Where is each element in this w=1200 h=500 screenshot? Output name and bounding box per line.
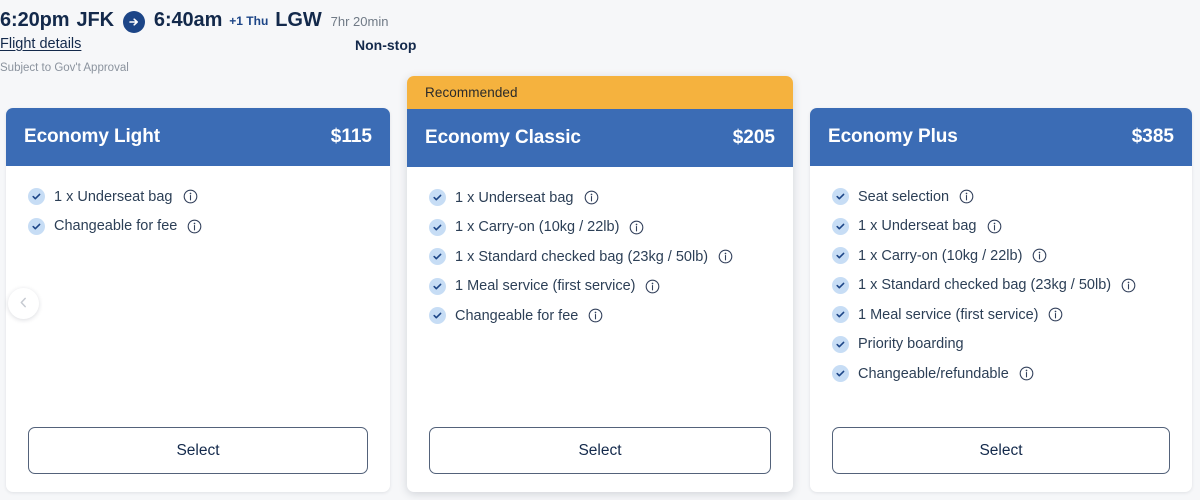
check-circle-icon (832, 247, 849, 264)
check-circle-icon (832, 335, 849, 353)
check-circle-icon (832, 188, 849, 205)
fare-feature-label: 1 Meal service (first service) (455, 278, 636, 294)
fare-feature-label: 1 Meal service (first service) (858, 306, 1039, 323)
select-button[interactable]: Select (832, 427, 1170, 474)
check-circle-icon (429, 277, 446, 295)
fare-feature-item: 1 x Underseat bag (28, 188, 374, 205)
info-circle-icon[interactable] (1019, 366, 1034, 381)
day-offset-label: +1 Thu (229, 14, 269, 28)
fare-card-economy-plus[interactable]: Economy Plus $385 Seat selection 1 x Und… (810, 108, 1192, 492)
fare-feature-label: 1 x Underseat bag (54, 188, 173, 205)
check-circle-icon (832, 306, 849, 323)
fare-feature-list: 1 x Underseat bag 1 x Carry-on (10kg / 2… (407, 167, 793, 324)
fare-feature-item: Priority boarding (832, 335, 1176, 353)
flight-details-row: Flight details Non-stop (0, 36, 420, 56)
check-circle-icon (832, 276, 849, 294)
fare-name: Economy Light (24, 126, 160, 147)
fare-card-economy-classic[interactable]: Recommended Economy Classic $205 1 x Und… (407, 76, 793, 492)
fare-feature-label: Seat selection (858, 188, 950, 205)
fare-feature-item: 1 x Underseat bag (832, 217, 1176, 235)
info-circle-icon[interactable] (987, 219, 1002, 234)
check-circle-icon (429, 248, 446, 265)
chevron-left-icon (17, 296, 30, 312)
fare-feature-label: 1 x Carry-on (10kg / 22lb) (858, 247, 1023, 264)
check-circle-icon (832, 217, 849, 235)
select-button[interactable]: Select (429, 427, 771, 474)
departure-time: 6:20pm (0, 9, 70, 31)
fare-card-header: Economy Classic $205 (407, 109, 793, 167)
fare-feature-item: 1 Meal service (first service) (429, 277, 777, 295)
fare-feature-item: 1 x Underseat bag (429, 189, 777, 206)
fare-price: $115 (330, 126, 372, 147)
itinerary-row: 6:20pm JFK 6:40am +1 Thu LGW 7hr 20min (0, 8, 389, 33)
stops-label: Non-stop (355, 37, 417, 53)
fare-feature-list: Seat selection 1 x Underseat bag 1 x Car… (810, 166, 1192, 382)
arrival-time: 6:40am (153, 9, 223, 31)
government-approval-note: Subject to Gov't Approval (0, 62, 129, 74)
fare-feature-label: 1 x Standard checked bag (23kg / 50lb) (455, 248, 709, 265)
info-circle-icon[interactable] (629, 220, 644, 235)
info-circle-icon[interactable] (584, 190, 599, 205)
fare-feature-item: Changeable/refundable (832, 365, 1176, 382)
check-circle-icon (28, 217, 45, 235)
fare-feature-label: 1 x Underseat bag (455, 189, 574, 206)
fare-name: Economy Plus (828, 126, 958, 147)
check-circle-icon (28, 188, 45, 205)
fare-feature-item: Changeable for fee (28, 217, 374, 235)
check-circle-icon (429, 307, 446, 324)
arrival-airport-code: LGW (275, 9, 322, 31)
check-circle-icon (832, 365, 849, 382)
fare-feature-item: Changeable for fee (429, 307, 777, 324)
fare-card-header: Economy Light $115 (6, 108, 390, 166)
flight-duration: 7hr 20min (330, 14, 389, 29)
fare-feature-label: 1 x Standard checked bag (23kg / 50lb) (858, 277, 1112, 293)
select-button[interactable]: Select (28, 427, 368, 474)
fare-card-header: Economy Plus $385 (810, 108, 1192, 166)
fare-feature-item: 1 x Carry-on (10kg / 22lb) (832, 247, 1176, 264)
info-circle-icon[interactable] (187, 219, 202, 234)
fare-feature-item: 1 x Carry-on (10kg / 22lb) (429, 218, 777, 236)
info-circle-icon[interactable] (645, 279, 660, 294)
fare-feature-item: 1 Meal service (first service) (832, 306, 1176, 323)
info-circle-icon[interactable] (1121, 278, 1136, 293)
flight-summary-header: 6:20pm JFK 6:40am +1 Thu LGW 7hr 20min F… (0, 0, 1200, 78)
fare-feature-label: Changeable for fee (455, 307, 579, 324)
fare-card-economy-light[interactable]: Economy Light $115 1 x Underseat bag Cha… (6, 108, 390, 492)
fare-feature-label: Changeable/refundable (858, 365, 1009, 382)
fare-feature-list: 1 x Underseat bag Changeable for fee (6, 166, 390, 235)
info-circle-icon[interactable] (718, 249, 733, 264)
fare-name: Economy Classic (425, 127, 581, 148)
departure-airport-code: JFK (76, 9, 114, 31)
carousel-prev-button[interactable] (8, 288, 39, 319)
fare-feature-label: Priority boarding (858, 336, 964, 352)
info-circle-icon[interactable] (588, 308, 603, 323)
info-circle-icon[interactable] (959, 189, 974, 204)
info-circle-icon[interactable] (1048, 307, 1063, 322)
check-circle-icon (429, 218, 446, 236)
info-circle-icon[interactable] (1032, 248, 1047, 263)
fare-feature-label: 1 x Carry-on (10kg / 22lb) (455, 219, 620, 235)
fare-feature-item: 1 x Standard checked bag (23kg / 50lb) (832, 276, 1176, 294)
arrow-right-circle-icon (122, 11, 145, 33)
fare-feature-label: 1 x Underseat bag (858, 218, 977, 234)
fare-feature-label: Changeable for fee (54, 218, 178, 234)
recommended-badge: Recommended (407, 76, 793, 109)
fare-feature-item: 1 x Standard checked bag (23kg / 50lb) (429, 248, 777, 265)
fare-price: $205 (732, 127, 775, 148)
flight-details-link[interactable]: Flight details (0, 36, 81, 52)
fare-price: $385 (1131, 126, 1174, 147)
check-circle-icon (429, 189, 446, 206)
fare-feature-item: Seat selection (832, 188, 1176, 205)
info-circle-icon[interactable] (183, 189, 198, 204)
